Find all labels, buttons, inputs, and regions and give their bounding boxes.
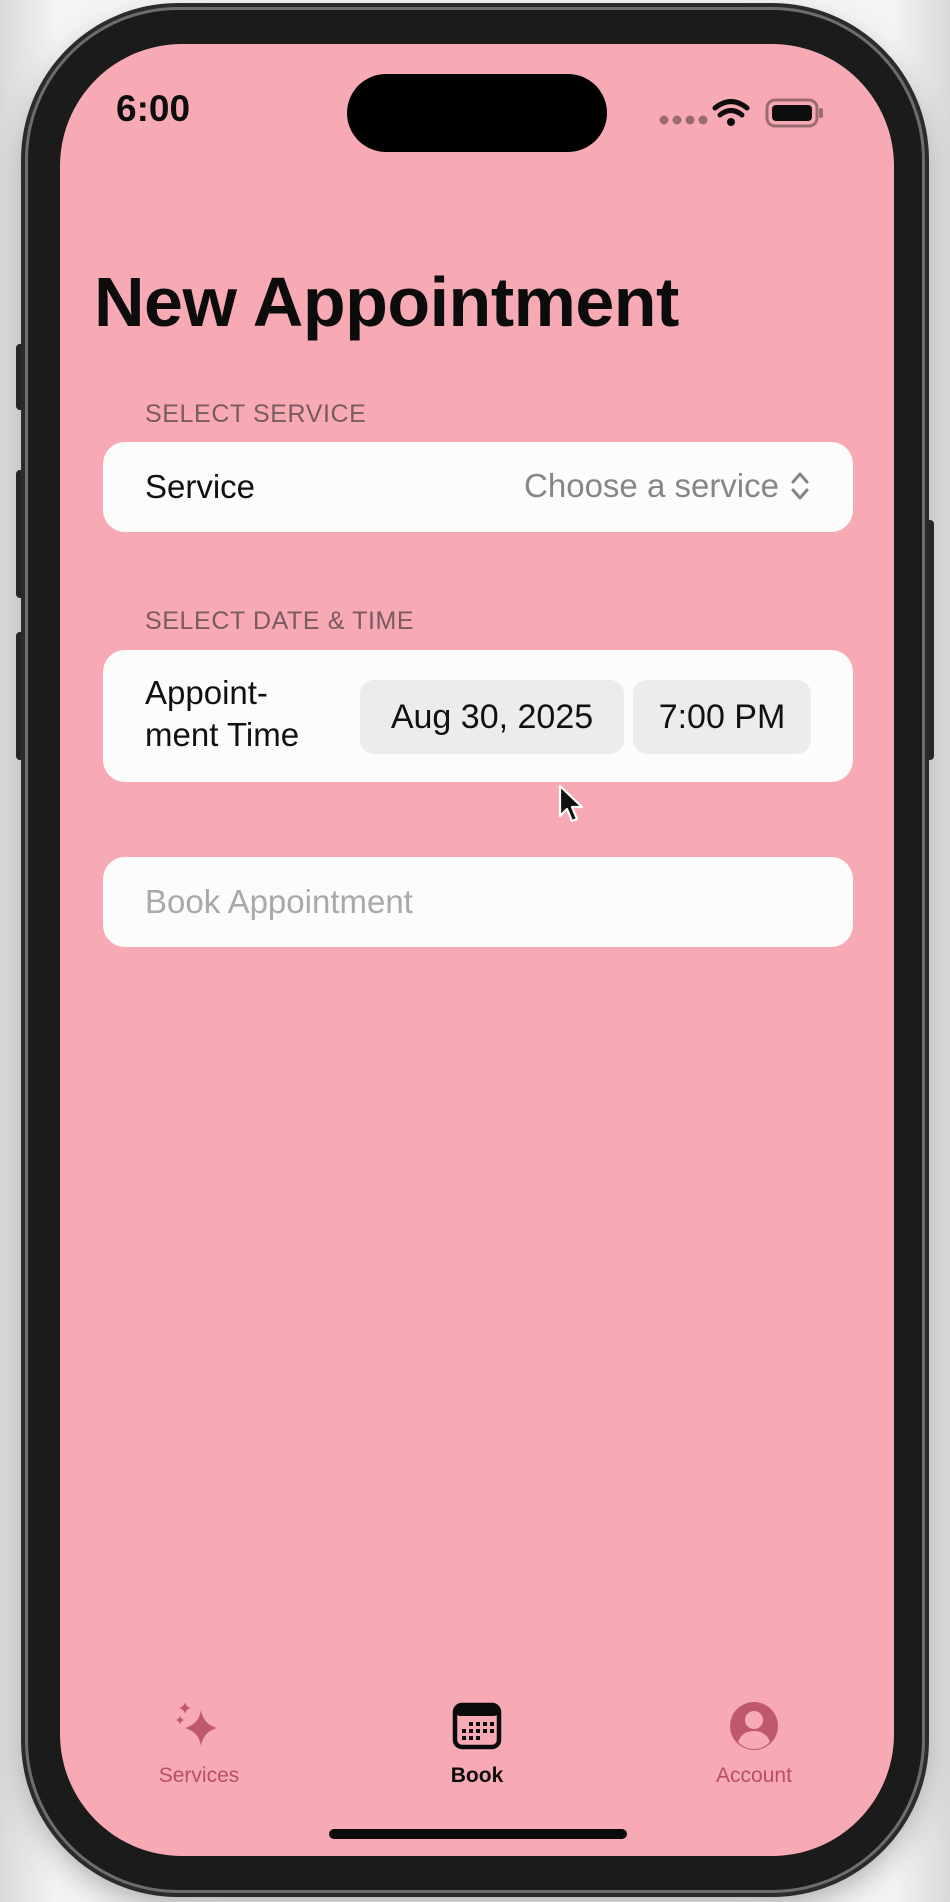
calendar-icon [452,1702,502,1750]
page-title: New Appointment [94,263,679,341]
service-picker-row[interactable]: Service Choose a service [103,442,853,532]
home-indicator[interactable] [329,1829,627,1839]
status-icons [656,96,826,130]
book-appointment-button[interactable]: Book Appointment [103,857,853,947]
tab-services[interactable]: Services [99,1700,299,1788]
service-picker[interactable]: Choose a service [524,467,811,505]
sparkles-icon [176,1702,217,1746]
mouse-cursor-icon [558,784,584,823]
select-service-header: SELECT SERVICE [145,400,367,428]
tab-account-label: Account [716,1764,792,1787]
time-picker-button[interactable]: 7:00 PM [633,680,811,754]
service-picker-value: Choose a service [524,467,779,504]
select-date-time-header: SELECT DATE & TIME [145,607,415,635]
battery-icon [765,98,823,128]
book-appointment-label: Book Appointment [145,883,413,920]
tab-services-label: Services [158,1764,240,1787]
wifi-icon [712,99,750,126]
chevron-up-down-icon [791,472,809,500]
volume-up-button [16,470,28,598]
cellular-signal-icon [659,115,708,125]
tab-book[interactable]: Book [377,1700,577,1788]
status-time: 6:00 [116,88,191,129]
appointment-time-row: Appoint- ment Time Aug 30, 2025 7:00 PM [103,650,853,782]
appointment-time-label-text: Appoint- ment Time [145,674,300,753]
tab-account[interactable]: Account [654,1700,854,1788]
action-button [16,344,28,410]
service-label: Service [145,468,256,505]
volume-down-button [16,632,28,760]
tab-book-label: Book [450,1764,504,1787]
date-picker-button[interactable]: Aug 30, 2025 [360,680,624,754]
dynamic-island [347,74,607,152]
power-button [922,520,934,760]
appointment-time-label: Appoint- ment Time [145,672,335,756]
person-circle-icon [730,1702,778,1750]
